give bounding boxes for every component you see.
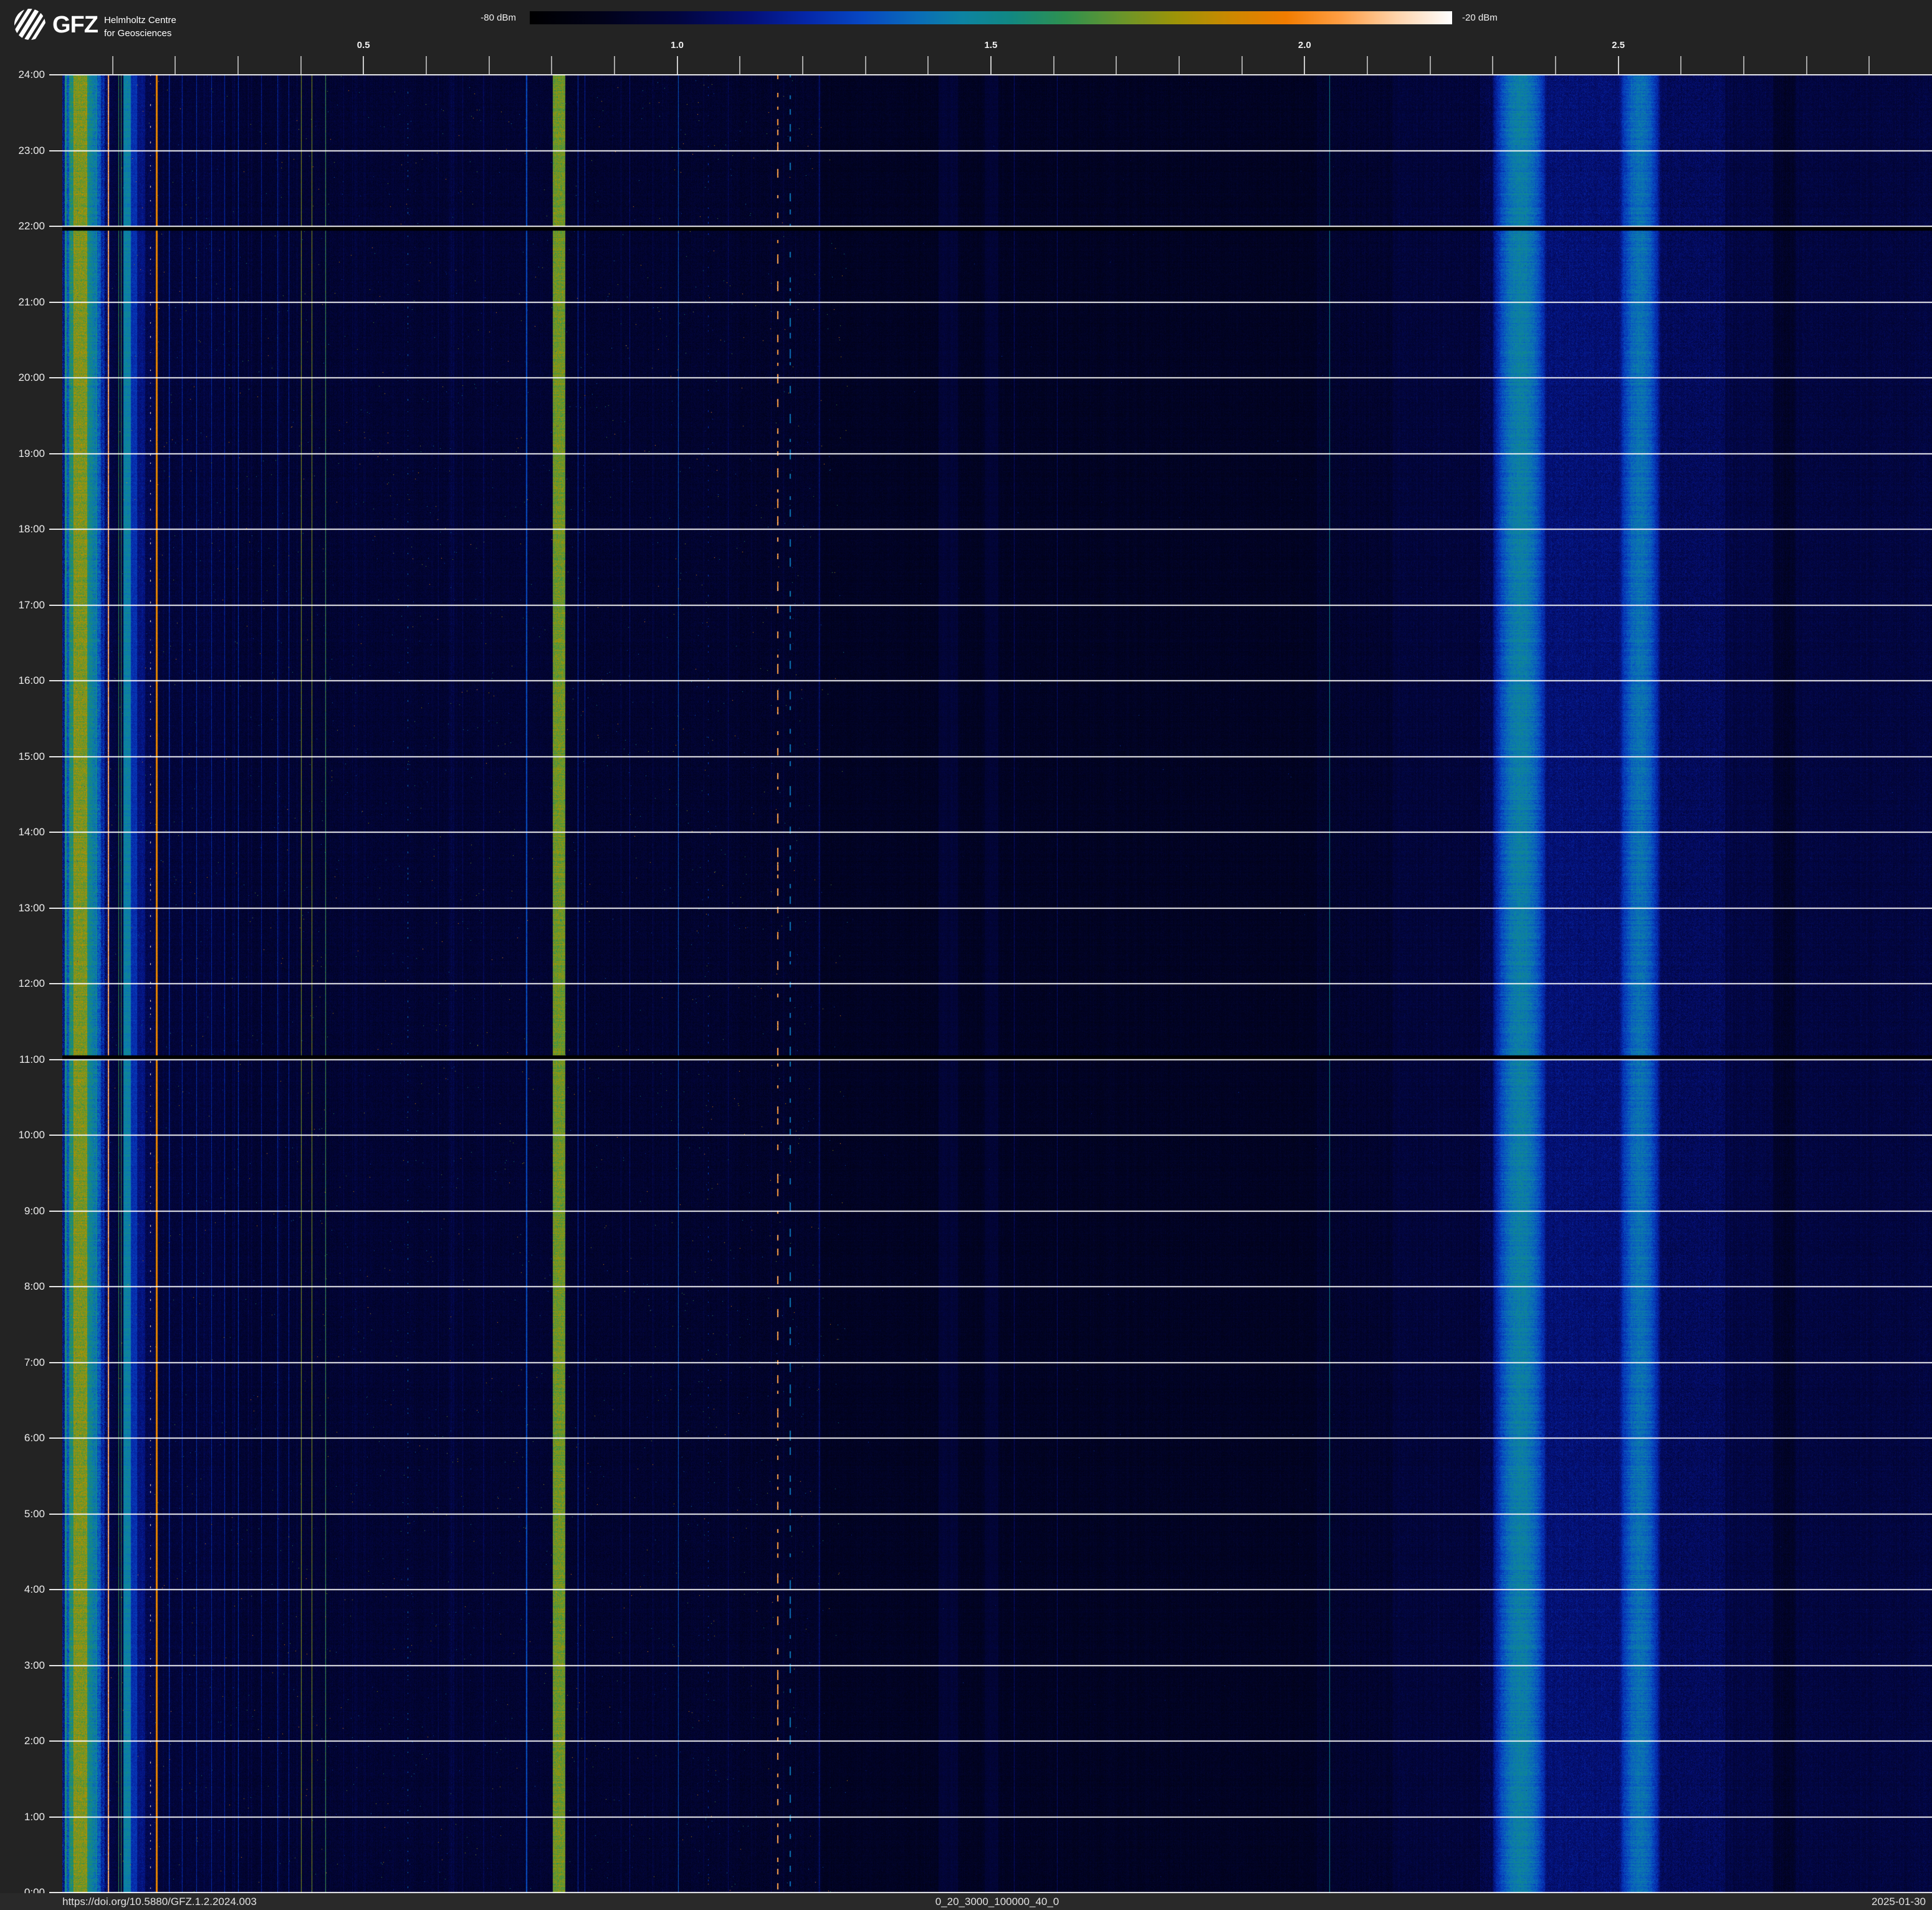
hour-label: 15:00 <box>0 751 45 763</box>
freq-tick <box>112 56 113 74</box>
footer-dataset-id: 0_20_3000_100000_40_0 <box>62 1893 1932 1910</box>
hour-label: 18:00 <box>0 523 45 535</box>
hour-tick <box>49 1135 62 1136</box>
colorbar: -80 dBm -20 dBm <box>0 0 1932 37</box>
hour-tick <box>49 680 62 681</box>
hour-tick <box>49 1665 62 1666</box>
hour-tick <box>49 908 62 909</box>
hour-tick <box>49 1286 62 1287</box>
hour-label: 7:00 <box>0 1356 45 1369</box>
hour-label: 22:00 <box>0 220 45 233</box>
hour-tick <box>49 226 62 227</box>
spectrogram-heatmap <box>62 74 1932 1893</box>
hour-label: 2:00 <box>0 1735 45 1747</box>
freq-tick <box>1618 56 1619 74</box>
freq-tick-label: 1.5 <box>984 40 997 50</box>
freq-tick <box>237 56 239 74</box>
hour-label: 13:00 <box>0 902 45 914</box>
freq-tick <box>1053 56 1054 74</box>
hour-label: 3:00 <box>0 1659 45 1672</box>
colorbar-gradient <box>530 11 1452 24</box>
freq-tick <box>489 56 490 74</box>
hour-label: 14:00 <box>0 826 45 838</box>
hour-tick <box>49 983 62 984</box>
hour-tick <box>49 453 62 454</box>
freq-tick <box>1680 56 1681 74</box>
freq-tick-label: 1.0 <box>671 40 684 50</box>
hour-label: 6:00 <box>0 1432 45 1444</box>
freq-tick <box>1868 56 1870 74</box>
freq-tick <box>1806 56 1807 74</box>
hour-tick <box>49 756 62 757</box>
freq-tick <box>1555 56 1556 74</box>
hour-label: 23:00 <box>0 145 45 157</box>
footer-date: 2025-01-30 <box>1872 1893 1926 1910</box>
hour-tick <box>49 1514 62 1515</box>
freq-tick-label: 0.5 <box>357 40 370 50</box>
freq-tick <box>677 56 678 74</box>
hour-label: 11:00 <box>0 1053 45 1066</box>
freq-tick <box>1179 56 1180 74</box>
hour-tick <box>49 1211 62 1212</box>
freq-tick <box>1116 56 1117 74</box>
hour-tick <box>49 302 62 303</box>
freq-tick <box>363 56 364 74</box>
freq-tick <box>739 56 740 74</box>
freq-tick <box>990 56 992 74</box>
freq-tick <box>1304 56 1305 74</box>
hour-label: 8:00 <box>0 1280 45 1293</box>
hour-label: 4:00 <box>0 1583 45 1596</box>
hour-tick <box>49 605 62 606</box>
freq-tick <box>551 56 552 74</box>
hour-tick <box>49 1059 62 1060</box>
freq-tick <box>1241 56 1243 74</box>
hour-tick <box>49 832 62 833</box>
freq-tick <box>865 56 866 74</box>
hour-label: 9:00 <box>0 1205 45 1217</box>
colorbar-min-label: -80 dBm <box>481 11 516 24</box>
hour-label: 20:00 <box>0 372 45 384</box>
hour-tick <box>49 74 62 75</box>
hour-label: 17:00 <box>0 599 45 612</box>
freq-tick <box>927 56 929 74</box>
freq-tick <box>426 56 427 74</box>
freq-tick <box>1743 56 1744 74</box>
colorbar-max-label: -20 dBm <box>1462 11 1498 24</box>
hour-label: 12:00 <box>0 977 45 990</box>
freq-tick <box>1492 56 1493 74</box>
freq-tick-label: 2.5 <box>1612 40 1625 50</box>
hour-label: 5:00 <box>0 1508 45 1520</box>
freq-tick <box>1430 56 1431 74</box>
freq-tick <box>175 56 176 74</box>
hour-label: 21:00 <box>0 296 45 309</box>
hour-tick <box>49 1437 62 1439</box>
hour-label: 10:00 <box>0 1129 45 1141</box>
freq-tick <box>1367 56 1368 74</box>
hour-label: 1:00 <box>0 1811 45 1823</box>
hour-tick <box>49 529 62 530</box>
footer-bar: https://doi.org/10.5880/GFZ.1.2.2024.003… <box>0 1893 1932 1910</box>
hour-label: 16:00 <box>0 674 45 687</box>
hour-label: 19:00 <box>0 448 45 460</box>
freq-tick-label: 2.0 <box>1298 40 1311 50</box>
freq-tick <box>802 56 803 74</box>
freq-tick <box>614 56 615 74</box>
hour-tick <box>49 1740 62 1742</box>
hour-tick <box>49 150 62 151</box>
hour-tick <box>49 1362 62 1363</box>
hour-tick <box>49 1589 62 1590</box>
hour-tick <box>49 1816 62 1818</box>
hour-label: 24:00 <box>0 69 45 81</box>
hour-tick <box>49 377 62 378</box>
freq-tick <box>300 56 302 74</box>
